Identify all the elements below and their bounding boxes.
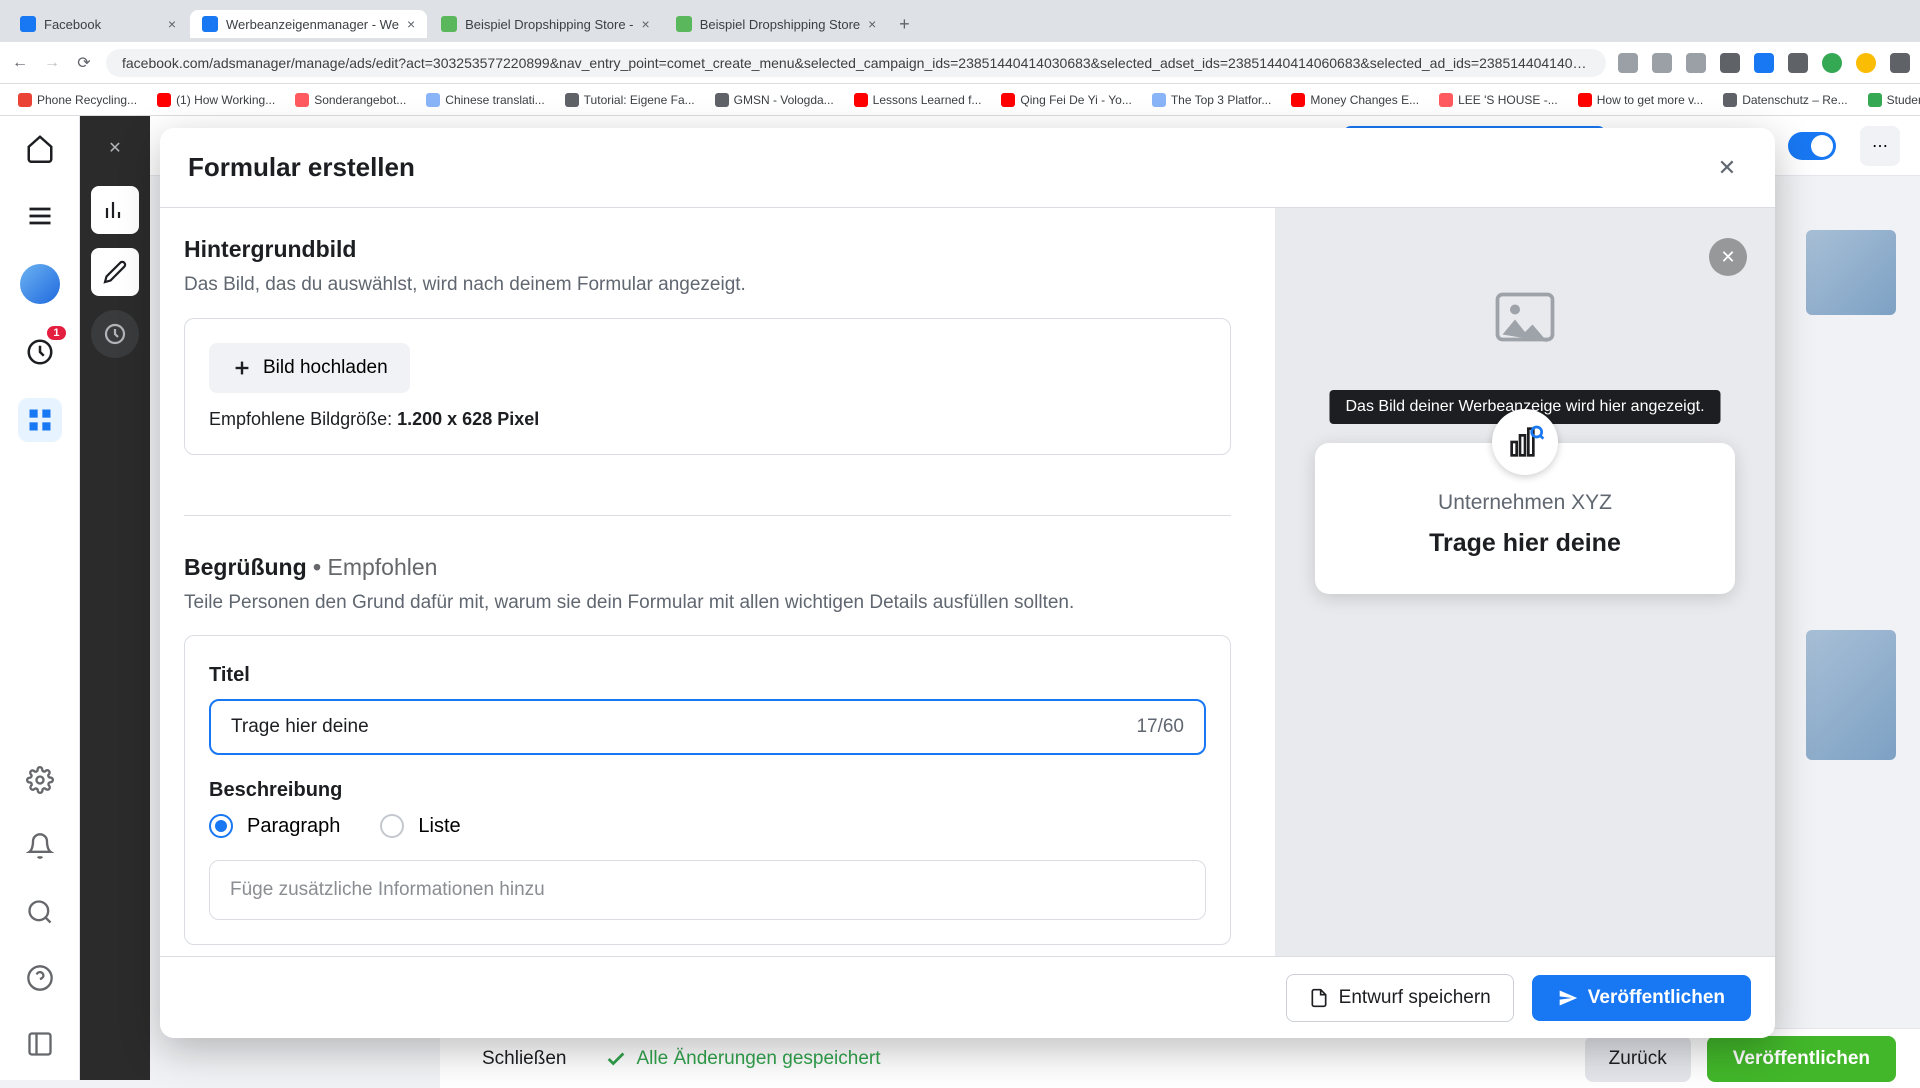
bookmark-item[interactable]: Lessons Learned f... — [846, 90, 990, 110]
avatar[interactable] — [18, 262, 62, 306]
history-icon[interactable] — [91, 310, 139, 358]
bookmark-item[interactable]: Tutorial: Eigene Fa... — [557, 90, 703, 110]
extensions-icon[interactable] — [1720, 53, 1740, 73]
close-button[interactable]: Schließen — [464, 1038, 585, 1080]
modal-title: Formular erstellen — [188, 152, 415, 183]
preview-card: Unternehmen XYZ Trage hier deine — [1315, 443, 1735, 594]
preview-close-icon[interactable]: ✕ — [1709, 238, 1747, 276]
bookmark-item[interactable]: Phone Recycling... — [10, 90, 145, 110]
forward-icon[interactable]: → — [42, 53, 62, 73]
back-button[interactable]: Zurück — [1585, 1036, 1691, 1082]
extension-icon[interactable] — [1618, 53, 1638, 73]
bookmark-item[interactable]: Chinese translati... — [418, 90, 552, 110]
size-hint: Empfohlene Bildgröße: 1.200 x 628 Pixel — [209, 409, 1206, 430]
modal-footer: Entwurf speichern Veröffentlichen — [160, 956, 1775, 1038]
greeting-section: Begrüßung • Empfohlen Teile Personen den… — [184, 546, 1231, 957]
char-counter: 17/60 — [1136, 716, 1184, 738]
nav-bar: ← → ⟳ facebook.com/adsmanager/manage/ads… — [0, 42, 1920, 84]
section-title: Begrüßung • Empfohlen — [184, 554, 1231, 581]
upload-button[interactable]: Bild hochladen — [209, 343, 410, 393]
radio-paragraph[interactable]: Paragraph — [209, 814, 340, 838]
collapse-icon[interactable] — [18, 1022, 62, 1066]
back-icon[interactable]: ← — [10, 53, 30, 73]
background-section: Hintergrundbild Das Bild, das du auswähl… — [184, 228, 1231, 485]
chart-icon[interactable] — [91, 186, 139, 234]
company-logo-icon — [1492, 409, 1558, 475]
puzzle-icon[interactable] — [1788, 53, 1808, 73]
preview-headline: Trage hier deine — [1335, 529, 1715, 558]
bell-icon[interactable] — [18, 824, 62, 868]
browser-chrome: Facebook× Werbeanzeigenmanager - We× Bei… — [0, 0, 1920, 84]
bookmark-item[interactable]: (1) How Working... — [149, 90, 283, 110]
address-bar[interactable]: facebook.com/adsmanager/manage/ads/edit?… — [106, 49, 1606, 77]
divider — [184, 515, 1231, 516]
preview-thumbnail — [1806, 630, 1896, 760]
publish-button[interactable]: Veröffentlichen — [1707, 1036, 1896, 1082]
menu-icon[interactable] — [1890, 53, 1910, 73]
bookmarks-bar: Phone Recycling... (1) How Working... So… — [0, 84, 1920, 116]
gear-icon[interactable] — [18, 758, 62, 802]
browser-tab[interactable]: Werbeanzeigenmanager - We× — [190, 10, 427, 38]
bookmark-item[interactable]: Student Wants an... — [1860, 90, 1920, 110]
new-tab-button[interactable]: + — [890, 10, 918, 38]
company-name: Unternehmen XYZ — [1335, 491, 1715, 515]
help-icon[interactable] — [18, 956, 62, 1000]
close-icon[interactable]: × — [407, 16, 415, 32]
preview-column: ✕ Das Bild deiner Werbeanzeige wird hier… — [1275, 208, 1775, 956]
bookmark-item[interactable]: Sonderangebot... — [287, 90, 414, 110]
bookmark-item[interactable]: LEE 'S HOUSE -... — [1431, 90, 1566, 110]
title-input[interactable] — [231, 716, 1136, 738]
editor-rail: ✕ — [80, 116, 150, 1080]
edit-icon[interactable] — [91, 248, 139, 296]
close-icon[interactable]: ✕ — [1707, 148, 1747, 188]
save-draft-button[interactable]: Entwurf speichern — [1286, 974, 1514, 1022]
bookmark-item[interactable]: How to get more v... — [1570, 90, 1711, 110]
form-column: Hintergrundbild Das Bild, das du auswähl… — [160, 208, 1275, 956]
verify-icon[interactable] — [1822, 53, 1842, 73]
more-icon[interactable]: ⋯ — [1860, 126, 1900, 166]
saved-status: Alle Änderungen gespeichert — [605, 1048, 881, 1070]
section-subtitle: Das Bild, das du auswählst, wird nach de… — [184, 271, 1231, 300]
notifications-icon[interactable]: 1 — [18, 330, 62, 374]
image-placeholder-icon — [1495, 292, 1555, 342]
bookmark-item[interactable]: Qing Fei De Yi - Yo... — [993, 90, 1139, 110]
field-label: Titel — [209, 664, 1206, 687]
tab-strip: Facebook× Werbeanzeigenmanager - We× Bei… — [0, 0, 1920, 42]
home-icon[interactable] — [18, 126, 62, 170]
app-rail: 1 — [0, 116, 80, 1080]
publish-button[interactable]: Veröffentlichen — [1532, 975, 1751, 1021]
modal-header: Formular erstellen ✕ — [160, 128, 1775, 208]
browser-tab[interactable]: Facebook× — [8, 10, 188, 38]
field-label: Beschreibung — [209, 779, 1206, 802]
bookmark-icon[interactable] — [1686, 53, 1706, 73]
section-title: Hintergrundbild — [184, 236, 1231, 263]
notification-badge: 1 — [47, 326, 65, 340]
search-icon[interactable] — [18, 890, 62, 934]
facebook-ext-icon[interactable] — [1754, 53, 1774, 73]
grid-icon[interactable] — [18, 398, 62, 442]
reload-icon[interactable]: ⟳ — [74, 53, 94, 73]
browser-tab[interactable]: Beispiel Dropshipping Store× — [664, 10, 889, 38]
radio-list[interactable]: Liste — [380, 814, 460, 838]
close-editor-icon[interactable]: ✕ — [91, 124, 139, 172]
bookmark-item[interactable]: GMSN - Vologda... — [707, 90, 842, 110]
section-subtitle: Teile Personen den Grund dafür mit, waru… — [184, 589, 1231, 618]
close-icon[interactable]: × — [868, 16, 876, 32]
title-input-wrap: 17/60 — [209, 699, 1206, 755]
close-icon[interactable]: × — [168, 16, 176, 32]
toolbar-icons — [1618, 53, 1910, 73]
preview-thumbnail — [1806, 230, 1896, 315]
browser-tab[interactable]: Beispiel Dropshipping Store -× — [429, 10, 662, 38]
share-icon[interactable] — [1652, 53, 1672, 73]
bookmark-item[interactable]: Datenschutz – Re... — [1715, 90, 1855, 110]
extra-textarea[interactable]: Füge zusätzliche Informationen hinzu — [209, 860, 1206, 920]
form-modal: Formular erstellen ✕ Hintergrundbild Das… — [160, 128, 1775, 1038]
close-icon[interactable]: × — [642, 16, 650, 32]
bookmark-item[interactable]: Money Changes E... — [1283, 90, 1427, 110]
toggle-switch[interactable] — [1788, 132, 1836, 160]
bookmark-item[interactable]: The Top 3 Platfor... — [1144, 90, 1280, 110]
menu-icon[interactable] — [18, 194, 62, 238]
profile-icon[interactable] — [1856, 53, 1876, 73]
